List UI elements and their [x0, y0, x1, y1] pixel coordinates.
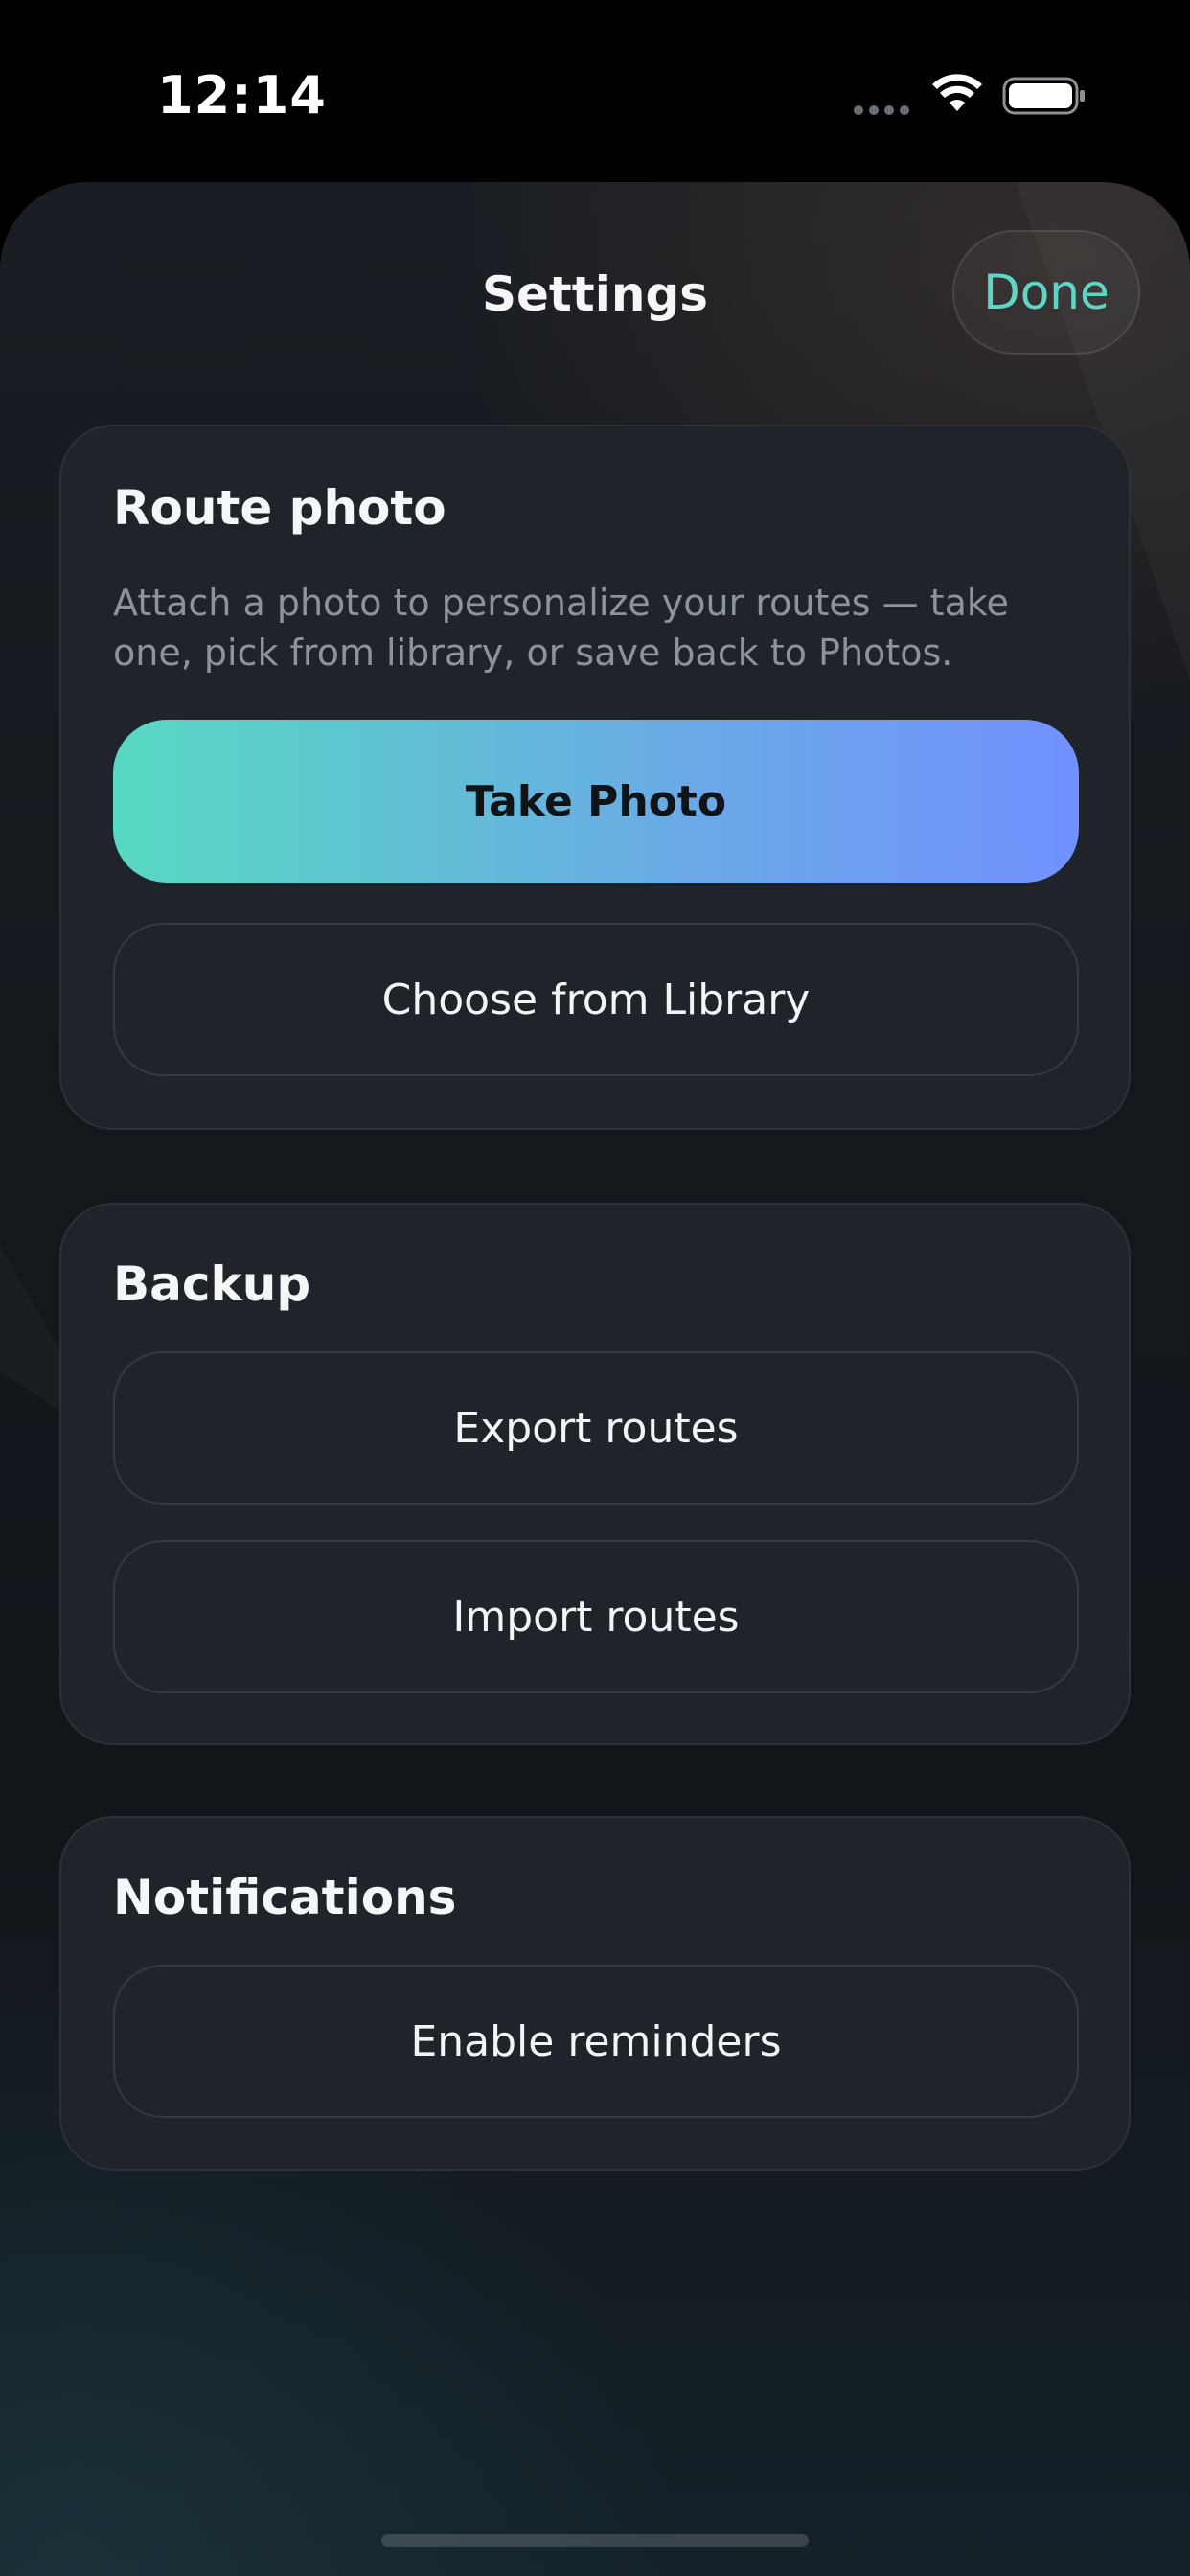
take-photo-button[interactable]: Take Photo: [113, 720, 1079, 883]
done-button[interactable]: Done: [952, 230, 1140, 355]
wifi-icon: [932, 74, 982, 111]
notifications-card: Notifications Enable reminders: [59, 1816, 1131, 2171]
screen: 12:14 Settings Done Route photo Attach a…: [0, 0, 1190, 2576]
sheet-header: Settings Done: [0, 182, 1190, 412]
home-indicator[interactable]: [381, 2534, 809, 2547]
status-bar: 12:14: [0, 0, 1190, 182]
route-photo-title: Route photo: [113, 480, 446, 536]
backup-title: Backup: [113, 1256, 311, 1312]
backup-card: Backup Export routes Import routes: [59, 1203, 1131, 1745]
choose-from-library-button[interactable]: Choose from Library: [113, 923, 1079, 1076]
settings-sheet: Settings Done Route photo Attach a photo…: [0, 182, 1190, 2576]
route-photo-card: Route photo Attach a photo to personaliz…: [59, 425, 1131, 1130]
import-routes-button[interactable]: Import routes: [113, 1540, 1079, 1693]
signal-dots-icon: [854, 105, 909, 115]
status-time: 12:14: [157, 65, 327, 126]
battery-icon: [1002, 77, 1085, 115]
export-routes-button[interactable]: Export routes: [113, 1351, 1079, 1505]
notifications-title: Notifications: [113, 1870, 457, 1925]
route-photo-description: Attach a photo to personalize your route…: [113, 582, 1009, 674]
enable-reminders-button[interactable]: Enable reminders: [113, 1965, 1079, 2118]
